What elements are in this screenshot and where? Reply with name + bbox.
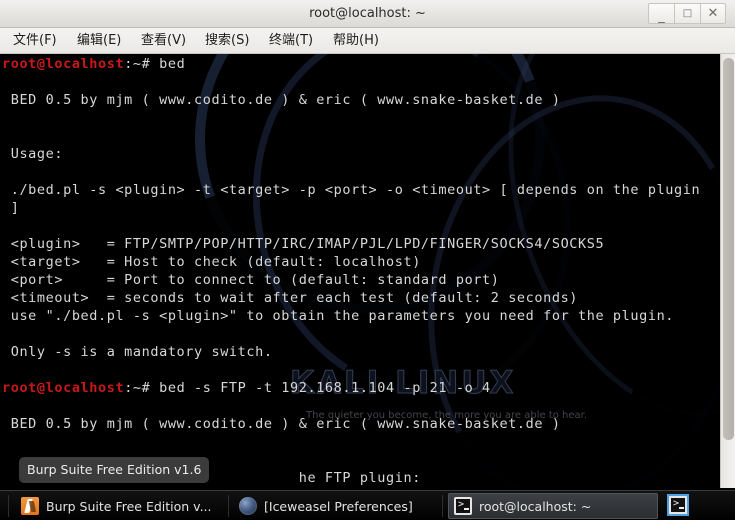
terminal-line: <timeout> = seconds to wait after each t… bbox=[2, 290, 579, 306]
taskbar-divider bbox=[8, 495, 9, 517]
terminal-window: root@localhost: ~ _ □ ✕ 文件(F) 编辑(E) 查看(V… bbox=[0, 0, 735, 520]
taskbar-item-burp-suite[interactable]: Burp Suite Free Edition v... bbox=[16, 493, 226, 519]
terminal-output-area[interactable]: KALI LINUX The quieter you become, the m… bbox=[0, 54, 720, 488]
taskbar-divider bbox=[228, 495, 229, 517]
terminal-line: ] bbox=[2, 200, 20, 216]
window-titlebar: root@localhost: ~ _ □ ✕ bbox=[0, 0, 735, 28]
minimize-button[interactable]: _ bbox=[648, 3, 674, 24]
taskbar-divider bbox=[442, 495, 443, 517]
taskbar: Burp Suite Free Edition v... [Iceweasel … bbox=[0, 490, 735, 520]
terminal-line-prompt-1: root@localhost:~# bed bbox=[2, 54, 185, 74]
terminal-line: <plugin> = FTP/SMTP/POP/HTTP/IRC/IMAP/PJ… bbox=[2, 236, 605, 252]
minimize-icon: _ bbox=[658, 9, 665, 24]
menu-item-help[interactable]: 帮助(H) bbox=[326, 28, 386, 53]
taskbar-item-terminal[interactable]: root@localhost: ~ bbox=[448, 493, 658, 519]
taskbar-item-label: [Iceweasel Preferences] bbox=[264, 498, 413, 514]
menu-item-file[interactable]: 文件(F) bbox=[6, 28, 64, 53]
taskbar-item-label: Burp Suite Free Edition v... bbox=[46, 498, 212, 514]
close-button[interactable]: ✕ bbox=[700, 3, 726, 24]
window-title: root@localhost: ~ bbox=[309, 6, 426, 21]
scrollbar-thumb[interactable] bbox=[723, 58, 734, 440]
globe-icon bbox=[239, 497, 257, 515]
terminal-line: use "./bed.pl -s <plugin>" to obtain the… bbox=[2, 308, 675, 324]
prompt-host: root@localhost bbox=[2, 380, 125, 396]
terminal-line: Only -s is a mandatory switch. bbox=[2, 344, 273, 360]
close-icon: ✕ bbox=[707, 6, 719, 21]
prompt-command: bed -s FTP -t 192.168.1.104 -p 21 -o 4 bbox=[159, 380, 491, 396]
terminal-text-lines: root@localhost:~# bed BED 0.5 by mjm ( w… bbox=[0, 54, 720, 488]
burp-icon bbox=[21, 497, 39, 515]
menu-item-terminal[interactable]: 终端(T) bbox=[262, 28, 320, 53]
terminal-line: ./bed.pl -s <plugin> -t <target> -p <por… bbox=[2, 182, 701, 198]
taskbar-item-label: root@localhost: ~ bbox=[479, 498, 592, 514]
menu-item-edit[interactable]: 编辑(E) bbox=[70, 28, 128, 53]
prompt-host: root@localhost bbox=[2, 56, 125, 72]
terminal-scrollbar[interactable] bbox=[720, 54, 735, 488]
prompt-command: bed bbox=[159, 56, 186, 72]
terminal-icon bbox=[669, 496, 687, 514]
terminal-line: <port> = Port to connect to (default: st… bbox=[2, 272, 500, 288]
taskbar-tooltip: Burp Suite Free Edition v1.6 bbox=[19, 457, 210, 483]
maximize-icon: □ bbox=[682, 8, 693, 19]
maximize-button[interactable]: □ bbox=[674, 3, 700, 24]
taskbar-item-iceweasel[interactable]: [Iceweasel Preferences] bbox=[234, 493, 434, 519]
terminal-line: <target> = Host to check (default: local… bbox=[2, 254, 421, 270]
menu-item-search[interactable]: 搜索(S) bbox=[198, 28, 256, 53]
prompt-separator: :~# bbox=[124, 380, 160, 396]
menu-item-view[interactable]: 查看(V) bbox=[134, 28, 193, 53]
menubar: 文件(F) 编辑(E) 查看(V) 搜索(S) 终端(T) 帮助(H) bbox=[0, 28, 735, 54]
terminal-line: Usage: bbox=[2, 146, 64, 162]
terminal-line: BED 0.5 by mjm ( www.codito.de ) & eric … bbox=[2, 92, 561, 108]
terminal-line-prompt-2: root@localhost:~# bed -s FTP -t 192.168.… bbox=[2, 378, 491, 398]
terminal-icon bbox=[454, 497, 472, 515]
prompt-separator: :~# bbox=[124, 56, 160, 72]
tray-terminal-button[interactable] bbox=[667, 494, 689, 516]
terminal-line: BED 0.5 by mjm ( www.codito.de ) & eric … bbox=[2, 416, 561, 432]
